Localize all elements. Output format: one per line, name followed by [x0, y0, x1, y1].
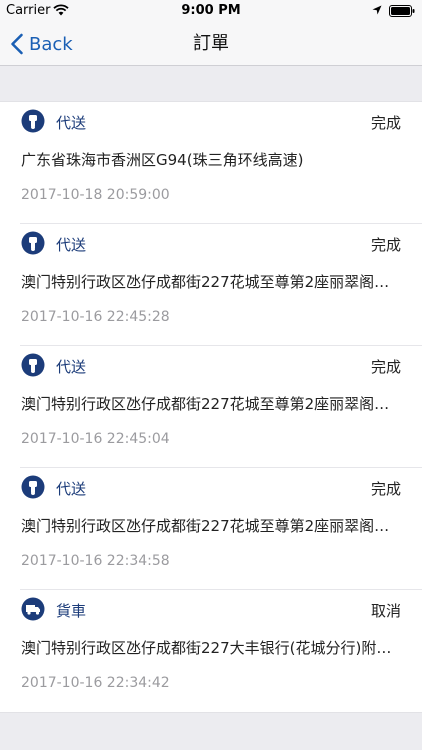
order-status: 完成: [370, 236, 401, 254]
order-address: 广东省珠海市香洲区G94(珠三角环线高速): [21, 151, 304, 169]
order-datetime: 2017-10-16 22:45:04: [21, 431, 170, 447]
scooter-icon: [21, 109, 45, 133]
order-status: 取消: [370, 602, 401, 620]
order-row[interactable]: 貨車 取消 澳门特别行政区氹仔成都街227大丰银行(花城分行)附… 2017-1…: [0, 590, 422, 712]
truck-icon: [21, 597, 45, 621]
order-row[interactable]: 代送 完成 澳门特别行政区氹仔成都街227花城至尊第2座丽翠阁… 2017-10…: [0, 346, 422, 468]
order-row[interactable]: 代送 完成 澳门特别行政区氹仔成都街227花城至尊第2座丽翠阁… 2017-10…: [0, 468, 422, 590]
order-address: 澳门特别行政区氹仔成都街227花城至尊第2座丽翠阁…: [21, 395, 390, 413]
scooter-icon: [21, 353, 45, 377]
order-datetime: 2017-10-16 22:45:28: [21, 309, 170, 325]
clock: 9:00 PM: [181, 3, 241, 18]
service-type: 代送: [56, 236, 87, 254]
order-datetime: 2017-10-16 22:34:58: [21, 553, 170, 569]
navigation-bar: Back 訂單: [0, 22, 422, 66]
order-row[interactable]: 代送 完成 澳门特别行政区氹仔成都街227花城至尊第2座丽翠阁… 2017-10…: [0, 224, 422, 346]
order-address: 澳门特别行政区氹仔成都街227花城至尊第2座丽翠阁…: [21, 517, 390, 535]
order-datetime: 2017-10-18 20:59:00: [21, 187, 170, 203]
service-type: 代送: [56, 114, 87, 132]
service-type: 貨車: [56, 602, 87, 620]
order-status: 完成: [370, 114, 401, 132]
order-address: 澳门特别行政区氹仔成都街227大丰银行(花城分行)附…: [21, 639, 392, 657]
order-list: 代送 完成 广东省珠海市香洲区G94(珠三角环线高速) 2017-10-18 2…: [0, 101, 422, 713]
service-type: 代送: [56, 358, 87, 376]
page-title: 訂單: [193, 33, 229, 54]
scooter-icon: [21, 475, 45, 499]
order-status: 完成: [370, 358, 401, 376]
order-datetime: 2017-10-16 22:34:42: [21, 675, 170, 691]
order-address: 澳门特别行政区氹仔成都街227花城至尊第2座丽翠阁…: [21, 273, 390, 291]
location-arrow-icon: [372, 5, 382, 15]
service-type: 代送: [56, 480, 87, 498]
battery-icon: [389, 5, 415, 17]
order-row[interactable]: 代送 完成 广东省珠海市香洲区G94(珠三角环线高速) 2017-10-18 2…: [0, 102, 422, 224]
order-status: 完成: [370, 480, 401, 498]
scooter-icon: [21, 231, 45, 255]
status-bar: Carrier 9:00 PM: [0, 0, 422, 22]
